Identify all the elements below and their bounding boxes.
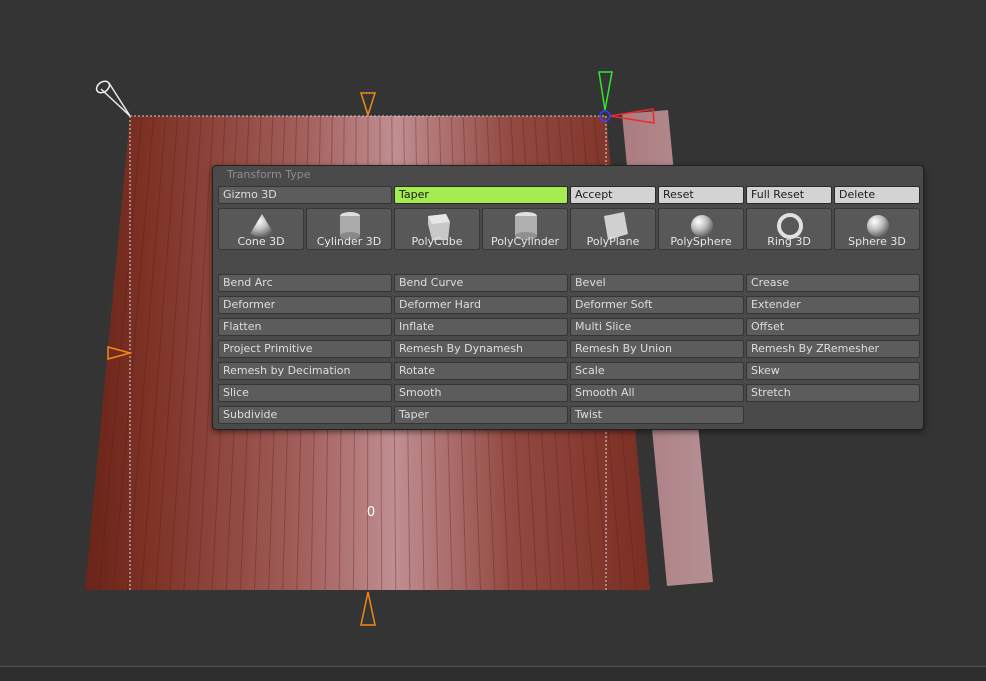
transform-type-panel: Transform Type Gizmo 3D Taper Accept Res… — [212, 165, 924, 430]
deformer-button-deformer-hard[interactable]: Deformer Hard — [394, 296, 568, 314]
active-tool-taper-button[interactable]: Taper — [394, 186, 568, 204]
primitive-tile-polycylinder[interactable]: PolyCylinder — [482, 208, 568, 250]
deformer-button-deformer-soft[interactable]: Deformer Soft — [570, 296, 744, 314]
panel-title: Transform Type — [227, 168, 311, 181]
deformer-button-bevel[interactable]: Bevel — [570, 274, 744, 292]
deformer-button-bend-arc[interactable]: Bend Arc — [218, 274, 392, 292]
reset-button[interactable]: Reset — [658, 186, 744, 204]
primitive-tile-ring-3d[interactable]: Ring 3D — [746, 208, 832, 250]
deformer-button-stretch[interactable]: Stretch — [746, 384, 920, 402]
deformer-button-multi-slice[interactable]: Multi Slice — [570, 318, 744, 336]
primitive-tile-polycube[interactable]: PolyCube — [394, 208, 480, 250]
primitive-tile-label: PolyCube — [411, 235, 463, 248]
deformer-button-project-primitive[interactable]: Project Primitive — [218, 340, 392, 358]
deformer-button-scale[interactable]: Scale — [570, 362, 744, 380]
deformer-button-inflate[interactable]: Inflate — [394, 318, 568, 336]
deformer-button-deformer[interactable]: Deformer — [218, 296, 392, 314]
deformer-button-remesh-by-union[interactable]: Remesh By Union — [570, 340, 744, 358]
primitive-tile-label: PolySphere — [670, 235, 732, 248]
deformer-button-smooth-all[interactable]: Smooth All — [570, 384, 744, 402]
deformer-button-crease[interactable]: Crease — [746, 274, 920, 292]
gizmo-3d-button[interactable]: Gizmo 3D — [218, 186, 392, 204]
deformer-button-subdivide[interactable]: Subdivide — [218, 406, 392, 424]
deformer-button-smooth[interactable]: Smooth — [394, 384, 568, 402]
pin-handle-icon[interactable] — [94, 79, 131, 117]
accept-button[interactable]: Accept — [570, 186, 656, 204]
deformer-button-flatten[interactable]: Flatten — [218, 318, 392, 336]
primitive-tile-label: Ring 3D — [767, 235, 811, 248]
primitive-tile-label: Sphere 3D — [848, 235, 906, 248]
primitive-tile-label: PolyCylinder — [490, 235, 560, 248]
deformer-button-remesh-by-zremesher[interactable]: Remesh By ZRemesher — [746, 340, 920, 358]
delete-button[interactable]: Delete — [834, 186, 920, 204]
deformer-button-twist[interactable]: Twist — [570, 406, 744, 424]
primitive-tile-polysphere[interactable]: PolySphere — [658, 208, 744, 250]
deformer-button-taper[interactable]: Taper — [394, 406, 568, 424]
deformer-button-remesh-by-decimation[interactable]: Remesh by Decimation — [218, 362, 392, 380]
primitive-tile-sphere-3d[interactable]: Sphere 3D — [834, 208, 920, 250]
taper-top-handle-icon[interactable] — [359, 92, 377, 118]
axis-y-handle-icon[interactable] — [598, 71, 613, 111]
deformer-button-bend-curve[interactable]: Bend Curve — [394, 274, 568, 292]
primitive-tile-label: PolyPlane — [586, 235, 640, 248]
primitive-tile-label: Cone 3D — [237, 235, 285, 248]
primitive-tile-cylinder-3d[interactable]: Cylinder 3D — [306, 208, 392, 250]
bottom-bar — [0, 666, 986, 681]
viewport-center-label: 0 — [366, 505, 376, 520]
primitive-tile-cone-3d[interactable]: Cone 3D — [218, 208, 304, 250]
deformer-button-rotate[interactable]: Rotate — [394, 362, 568, 380]
primitive-tile-polyplane[interactable]: PolyPlane — [570, 208, 656, 250]
deformer-button-slice[interactable]: Slice — [218, 384, 392, 402]
full-reset-button[interactable]: Full Reset — [746, 186, 832, 204]
deformer-button-skew[interactable]: Skew — [746, 362, 920, 380]
deformer-button-remesh-by-dynamesh[interactable]: Remesh By Dynamesh — [394, 340, 568, 358]
primitive-tile-label: Cylinder 3D — [316, 235, 382, 248]
deformer-button-offset[interactable]: Offset — [746, 318, 920, 336]
taper-bottom-handle-icon[interactable] — [360, 591, 376, 626]
deformer-button-extender[interactable]: Extender — [746, 296, 920, 314]
